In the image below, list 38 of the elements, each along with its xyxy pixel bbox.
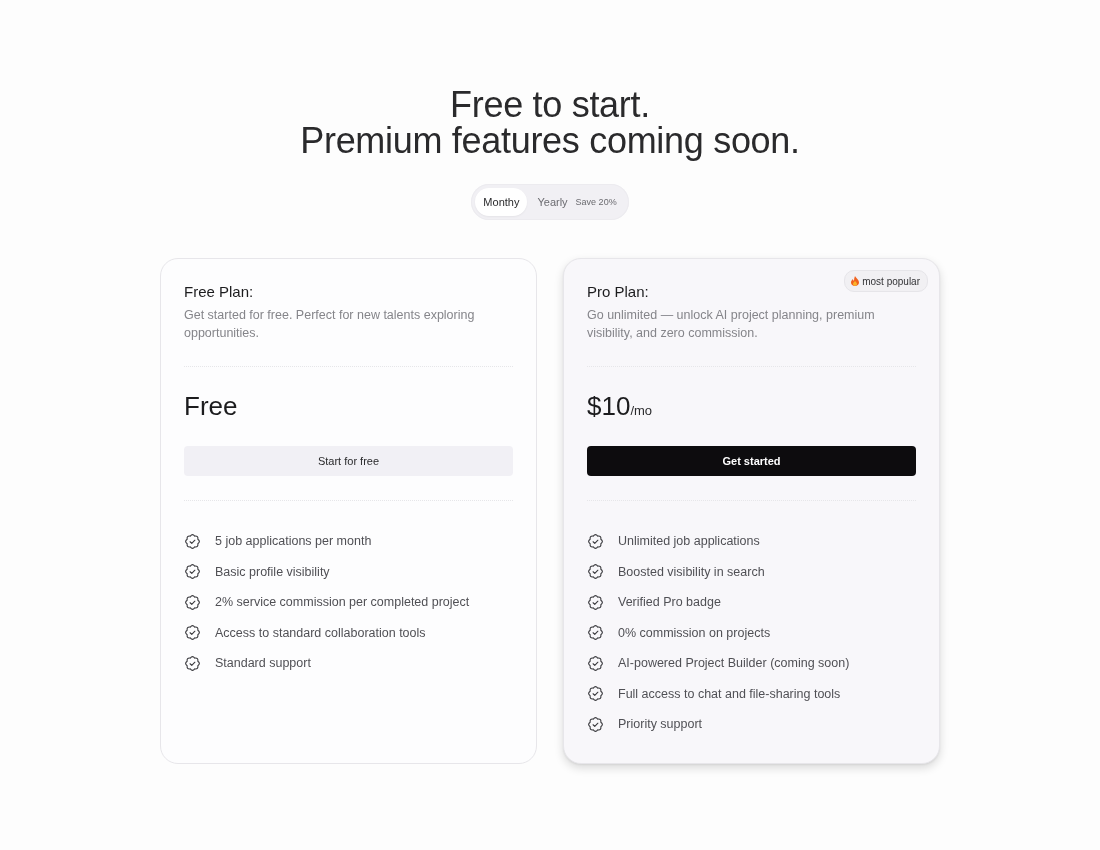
plan-price: Free <box>184 390 238 422</box>
check-badge-icon <box>587 532 604 550</box>
check-badge-icon <box>184 563 201 580</box>
flame-icon <box>851 276 860 286</box>
feature-label: AI-powered Project Builder (coming soon) <box>618 656 850 670</box>
feature-label: Access to standard collaboration tools <box>215 625 426 640</box>
check-badge-icon <box>184 624 201 641</box>
feature-label: Basic profile visibility <box>215 564 330 579</box>
badge-label: most popular <box>862 275 920 287</box>
plan-description: Get started for free. Perfect for new talents exploring opportunities. <box>184 307 476 342</box>
check-badge-icon <box>184 532 201 550</box>
headline: Premium features coming soon. <box>300 123 800 159</box>
feature-label: 0% commission on projects <box>618 625 771 640</box>
plan-title: Free Plan: <box>184 282 255 302</box>
check-badge-icon <box>587 715 604 733</box>
get-started-button[interactable]: Get started <box>587 446 916 476</box>
start-button[interactable]: Start for free <box>184 446 513 476</box>
headline: Free to start. <box>450 87 650 123</box>
check-badge-icon <box>587 593 604 611</box>
feature-label: 5 job applications per month <box>215 534 372 548</box>
feature-label: Standard support <box>215 656 311 670</box>
feature-label: Verified Pro badge <box>618 595 721 609</box>
billing-option[interactable]: Monthy <box>475 188 528 216</box>
billing-option[interactable]: Yearly Save 20% <box>529 188 625 216</box>
feature-label: Unlimited job applications <box>618 534 760 548</box>
check-badge-icon <box>587 685 604 702</box>
plan-description: Go unlimited — unlock AI project planning, premium visibility, and zero commission. <box>587 307 876 342</box>
feature-label: Boosted visibility in search <box>618 564 765 579</box>
feature-label: Full access to chat and file-sharing tools <box>618 686 841 701</box>
feature-label: 2% service commission per completed project <box>215 595 470 609</box>
feature-label: Priority support <box>618 717 703 731</box>
check-badge-icon <box>587 563 604 580</box>
check-badge-icon <box>184 654 201 672</box>
check-badge-icon <box>587 654 604 672</box>
plan-price: $10 <box>587 390 631 422</box>
check-badge-icon <box>184 593 201 611</box>
price-period: /mo <box>630 403 653 418</box>
check-badge-icon <box>587 624 604 641</box>
